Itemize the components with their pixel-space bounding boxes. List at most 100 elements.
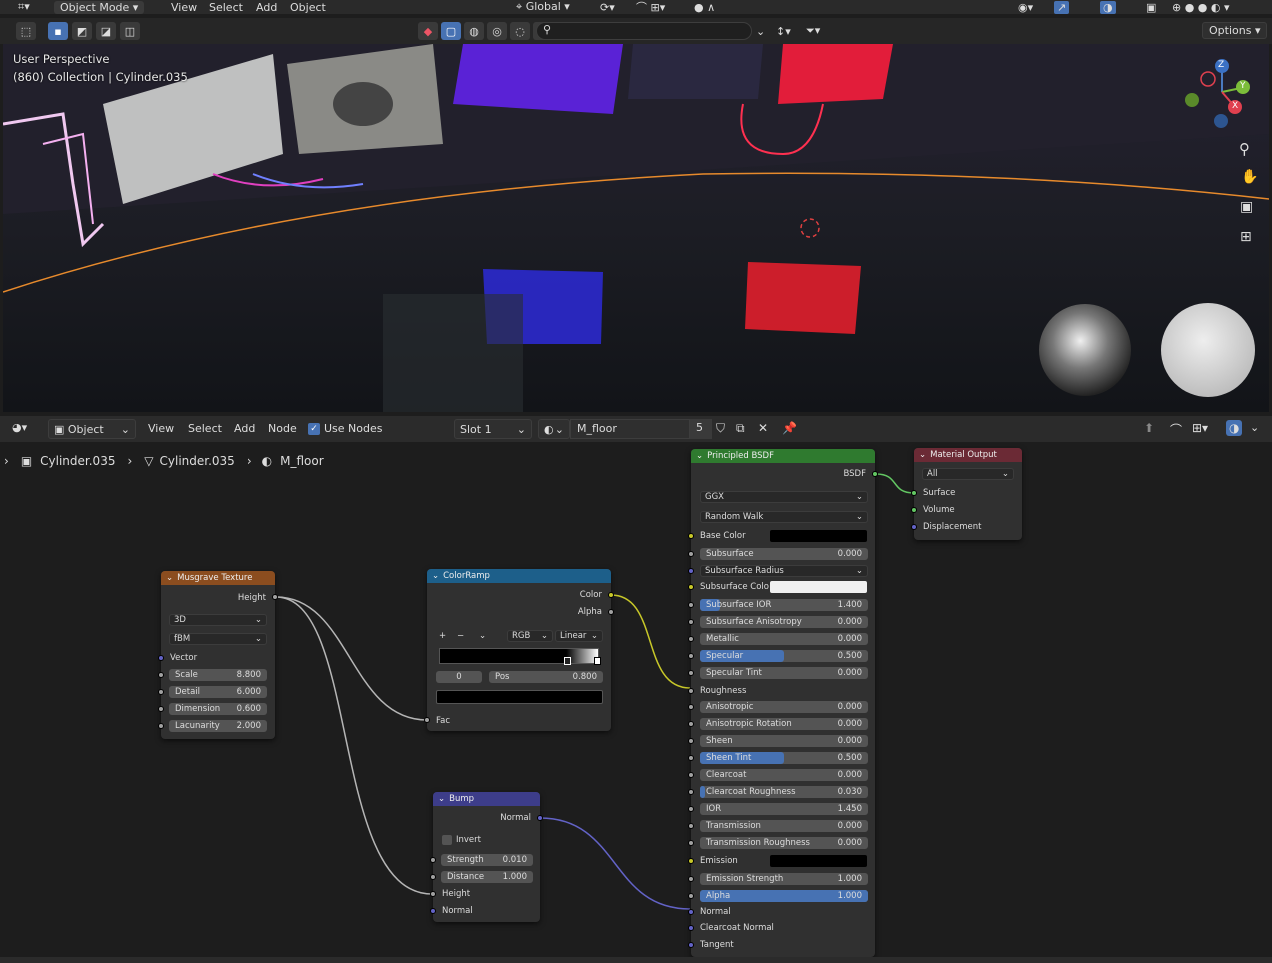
use-nodes-checkbox[interactable]: ✓ (308, 422, 320, 435)
dimension-socket[interactable] (158, 706, 164, 712)
bsdf-field-socket[interactable] (688, 670, 694, 676)
add-stop-button[interactable]: + (439, 631, 446, 641)
node-menu-select[interactable]: Select (181, 422, 229, 435)
visibility-icon[interactable]: ◉▾ (1018, 1, 1033, 14)
subsurface-radius-select[interactable]: Subsurface Radius ⌄ (700, 565, 868, 577)
all-types-icon[interactable]: ◆ (418, 22, 438, 40)
3d-viewport[interactable]: User Perspective (860) Collection | Cyli… (3, 44, 1269, 412)
bsdf-field-specular[interactable]: Specular 0.500 (700, 650, 868, 662)
musgrave-height-socket[interactable] (272, 594, 278, 600)
object-dropdown[interactable]: ▣ Object ⌄ (48, 419, 136, 439)
snap-icon-2[interactable]: ⌒ (1170, 421, 1182, 438)
node-menu-node[interactable]: Node (261, 422, 304, 435)
base-color-socket[interactable] (688, 533, 694, 539)
duplicate-icon[interactable]: ⧉ (736, 421, 745, 436)
stop-color-swatch[interactable] (436, 690, 603, 704)
select-modes-icon[interactable]: ▪ ◩ ◪ ◫ (48, 22, 142, 40)
bsdf-field-socket[interactable] (688, 653, 694, 659)
normal-socket[interactable] (688, 909, 694, 915)
distance-socket[interactable] (430, 874, 436, 880)
object-type-icons[interactable]: ◆ ▢ ◍ ◎ ◌ ⌂ (418, 22, 555, 40)
proportional-icon[interactable]: ● ∧ (694, 1, 715, 14)
stop-marker-1[interactable] (564, 657, 571, 665)
grid-icon[interactable]: ⊞ (1240, 229, 1252, 245)
subsurface-ior-field[interactable]: Subsurface IOR 1.400 (700, 599, 868, 611)
pan-hand-icon[interactable]: ✋ (1241, 169, 1258, 185)
bump-height-socket[interactable] (430, 891, 436, 897)
editor-type-icon[interactable]: ⌗▾ (18, 0, 30, 14)
volume-socket[interactable] (911, 507, 917, 513)
emission-socket[interactable] (688, 858, 694, 864)
distribution-select[interactable]: GGX ⌄ (700, 491, 868, 503)
subsurface-radius-socket[interactable] (688, 568, 694, 574)
colorramp-alpha-socket[interactable] (608, 609, 614, 615)
alpha-field[interactable]: Alpha 1.000 (700, 890, 868, 902)
colorramp-gradient[interactable] (439, 648, 601, 665)
select-box-icon[interactable]: ⬚ (16, 22, 36, 40)
displacement-socket[interactable] (911, 524, 917, 530)
sphere-type-icon[interactable]: ◍ (464, 22, 484, 40)
world-type-icon[interactable]: ◌ (510, 22, 530, 40)
output-header[interactable]: ⌄ Material Output (914, 448, 1022, 462)
bsdf-field-transmission[interactable]: Transmission 0.000 (700, 820, 868, 832)
bsdf-field-socket[interactable] (688, 704, 694, 710)
bsdf-field-sheen-tint[interactable]: Sheen Tint 0.500 (700, 752, 868, 764)
snap-mode-icon[interactable]: ⊞▾ (1192, 421, 1208, 435)
lacunarity-socket[interactable] (158, 723, 164, 729)
subsurface-socket[interactable] (688, 551, 694, 557)
invert-checkbox[interactable] (442, 835, 452, 845)
filter-chevron-icon[interactable]: ⌄ (756, 25, 765, 38)
bsdf-field-socket[interactable] (688, 823, 694, 829)
subsurface-color-swatch[interactable] (770, 581, 867, 593)
bsdf-field-sheen[interactable]: Sheen 0.000 (700, 735, 868, 747)
bsdf-field-socket[interactable] (688, 772, 694, 778)
detail-socket[interactable] (158, 689, 164, 695)
musgrave-header[interactable]: ⌄ Musgrave Texture (161, 571, 275, 585)
bsdf-field-subsurface-anisotropy[interactable]: Subsurface Anisotropy 0.000 (700, 616, 868, 628)
material-users-count[interactable]: 5 (690, 419, 712, 439)
bsdf-field-socket[interactable] (688, 806, 694, 812)
subsurface-ior-socket[interactable] (688, 602, 694, 608)
bsdf-field-socket[interactable] (688, 789, 694, 795)
bsdf-field-socket[interactable] (688, 636, 694, 642)
unlink-icon[interactable]: ✕ (758, 421, 768, 435)
bump-header[interactable]: ⌄ Bump (433, 792, 540, 806)
collapse-icon[interactable]: ⌄ (919, 450, 926, 460)
musgrave-dimension-field[interactable]: Dimension 0.600 (169, 703, 267, 715)
tangent-socket[interactable] (688, 942, 694, 948)
collapse-icon[interactable]: ⌄ (432, 571, 439, 581)
bump-normal-in-socket[interactable] (430, 908, 436, 914)
roughness-socket[interactable] (688, 688, 694, 694)
subsurface-field[interactable]: Subsurface 0.000 (700, 548, 868, 560)
bump-normal-out-socket[interactable] (537, 815, 543, 821)
surface-socket[interactable] (911, 490, 917, 496)
musgrave-texture-node[interactable]: ⌄ Musgrave Texture Height 3D ⌄ fBM ⌄ Vector… (158, 571, 278, 739)
parent-icon[interactable]: ⬆ (1144, 421, 1154, 435)
mode-extend-icon[interactable]: ◩ (72, 22, 92, 40)
pin-icon[interactable]: 📌 (782, 421, 797, 435)
fake-user-icon[interactable]: ⛉ (716, 421, 725, 436)
xray-icon[interactable]: ▣ (1146, 1, 1156, 14)
bsdf-field-ior[interactable]: IOR 1.450 (700, 803, 868, 815)
clearcoat-normal-socket[interactable] (688, 925, 694, 931)
ramp-menu-chevron-icon[interactable]: ⌄ (479, 631, 486, 641)
camera-icon[interactable]: ▣ (1240, 199, 1253, 215)
sss-method-select[interactable]: Random Walk ⌄ (700, 511, 868, 523)
snap-icon[interactable]: ⌒ ⊞▾ (636, 0, 665, 15)
filter-icon[interactable]: ⏷▾ (806, 24, 820, 38)
search-input[interactable]: ⚲ (536, 22, 752, 40)
colorramp-node[interactable]: ⌄ ColorRamp Color Alpha + − ⌄ RGB ⌄ Linear… (424, 569, 614, 731)
mode-new-icon[interactable]: ▪ (48, 22, 68, 40)
mode-subtract-icon[interactable]: ◪ (96, 22, 116, 40)
mode-intersect-icon[interactable]: ◫ (120, 22, 140, 40)
alpha-socket[interactable] (688, 893, 694, 899)
bsdf-output-socket[interactable] (872, 471, 878, 477)
emission-strength-socket[interactable] (688, 876, 694, 882)
collapse-icon[interactable]: ⌄ (166, 573, 173, 583)
bsdf-field-anisotropic[interactable]: Anisotropic 0.000 (700, 701, 868, 713)
invert-checkbox-row[interactable]: Invert (442, 835, 481, 845)
orientation-dropdown[interactable]: ⌖ Global ▾ (516, 0, 570, 14)
bump-node[interactable]: ⌄ Bump Normal Invert Strength 0.010 Distan… (430, 792, 543, 922)
node-menu-add[interactable]: Add (227, 422, 262, 435)
menu-object[interactable]: Object (283, 1, 333, 14)
